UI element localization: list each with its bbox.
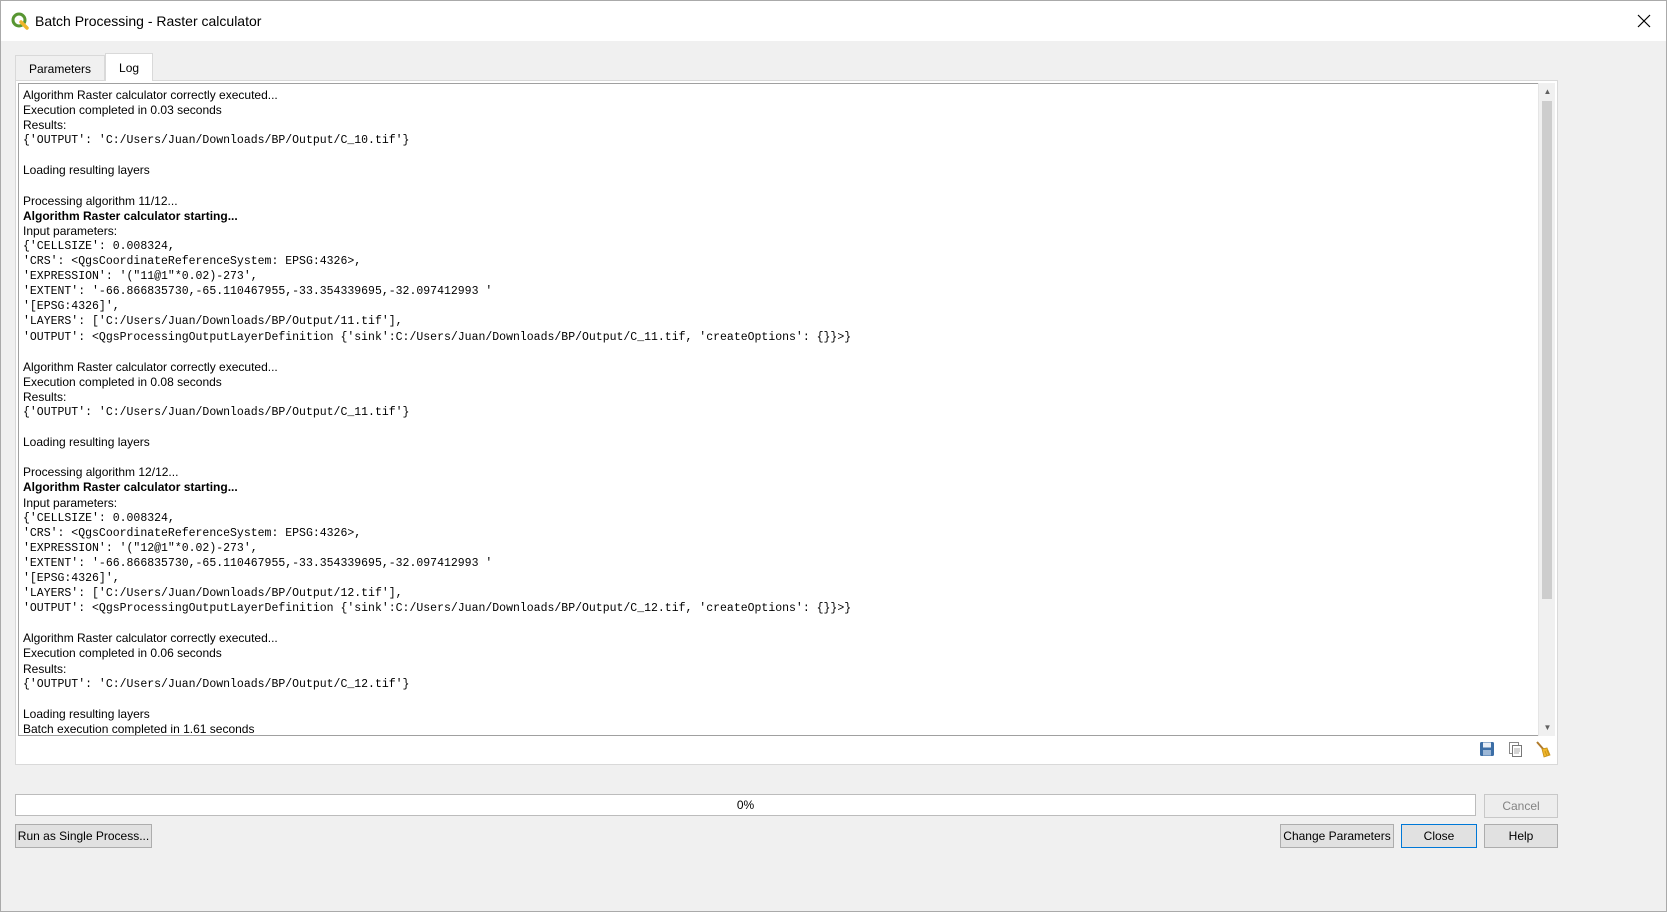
log-line: Execution completed in 0.03 seconds: [23, 103, 222, 118]
tab-log[interactable]: Log: [105, 53, 154, 81]
log-line: Processing algorithm 12/12...: [23, 465, 179, 480]
progress-bar: 0%: [15, 794, 1476, 816]
save-icon[interactable]: [1477, 739, 1497, 759]
log-line: Results:: [23, 118, 67, 133]
close-button[interactable]: Close: [1401, 824, 1477, 848]
log-scrollbar[interactable]: ▲ ▼: [1538, 83, 1555, 736]
qgis-logo-icon: [11, 12, 29, 30]
log-line: Processing algorithm 11/12...: [23, 193, 178, 208]
log-line: 'LAYERS': ['C:/Users/Juan/Downloads/BP/O…: [23, 587, 403, 601]
log-output[interactable]: Algorithm Raster calculator correctly ex…: [18, 83, 1539, 736]
log-line: {'CELLSIZE': 0.008324,: [23, 239, 175, 253]
log-line: Algorithm Raster calculator correctly ex…: [23, 88, 278, 102]
window-title: Batch Processing - Raster calculator: [35, 13, 262, 29]
log-line: Results:: [23, 661, 67, 676]
log-panel: Algorithm Raster calculator correctly ex…: [15, 80, 1558, 765]
scroll-up-icon[interactable]: ▲: [1539, 83, 1556, 100]
log-line: 'EXPRESSION': '("12@1"*0.02)-273',: [23, 541, 258, 555]
log-line: 'CRS': <QgsCoordinateReferenceSystem: EP…: [23, 526, 362, 540]
log-line: 'EXTENT': '-66.866835730,-65.110467955,-…: [23, 285, 493, 299]
help-button[interactable]: Help: [1484, 824, 1558, 848]
close-window-icon[interactable]: [1632, 9, 1656, 33]
progress-label: 0%: [736, 798, 755, 812]
log-line: Input parameters:: [23, 223, 118, 238]
log-line: '[EPSG:4326]',: [23, 300, 120, 314]
title-bar: Batch Processing - Raster calculator: [1, 1, 1666, 41]
log-line: Algorithm Raster calculator correctly ex…: [23, 359, 278, 374]
log-line: {'CELLSIZE': 0.008324,: [23, 511, 175, 525]
log-line: Loading resulting layers: [23, 163, 150, 178]
log-line: Input parameters:: [23, 495, 118, 510]
tab-bar: Parameters Log: [15, 53, 154, 81]
log-line: '[EPSG:4326]',: [23, 572, 120, 585]
log-line: Loading resulting layers: [23, 706, 150, 721]
log-line: Algorithm Raster calculator correctly ex…: [23, 631, 278, 646]
log-line: Results:: [23, 389, 67, 404]
scroll-down-icon[interactable]: ▼: [1539, 719, 1556, 736]
log-line: {'OUTPUT': 'C:/Users/Juan/Downloads/BP/O…: [23, 405, 410, 419]
log-line: 'EXPRESSION': '("11@1"*0.02)-273',: [23, 270, 258, 284]
log-line: Batch execution completed in 1.61 second…: [23, 721, 255, 736]
log-line: Algorithm Raster calculator starting...: [23, 208, 238, 223]
batch-processing-dialog: Batch Processing - Raster calculator Par…: [0, 0, 1667, 912]
log-line: Algorithm Raster calculator starting...: [23, 480, 238, 495]
log-line: Execution completed in 0.08 seconds: [23, 374, 222, 389]
log-line: {'OUTPUT': 'C:/Users/Juan/Downloads/BP/O…: [23, 134, 410, 148]
log-line: 'LAYERS': ['C:/Users/Juan/Downloads/BP/O…: [23, 315, 403, 329]
log-line: 'EXTENT': '-66.866835730,-65.110467955,-…: [23, 556, 493, 570]
log-line: Loading resulting layers: [23, 435, 150, 450]
scrollbar-thumb[interactable]: [1542, 101, 1552, 599]
cancel-button[interactable]: Cancel: [1484, 794, 1558, 818]
log-line: {'OUTPUT': 'C:/Users/Juan/Downloads/BP/O…: [23, 677, 410, 691]
log-line: Execution completed in 0.06 seconds: [23, 646, 222, 661]
change-parameters-button[interactable]: Change Parameters: [1280, 824, 1394, 848]
copy-icon[interactable]: [1505, 739, 1525, 759]
log-toolbar: [1477, 738, 1553, 760]
log-line: 'OUTPUT': <QgsProcessingOutputLayerDefin…: [23, 602, 852, 616]
log-line: 'CRS': <QgsCoordinateReferenceSystem: EP…: [23, 255, 362, 269]
run-as-single-process-button[interactable]: Run as Single Process...: [15, 824, 152, 848]
log-line: 'OUTPUT': <QgsProcessingOutputLayerDefin…: [23, 330, 852, 344]
clear-broom-icon[interactable]: [1533, 739, 1553, 759]
tab-parameters[interactable]: Parameters: [15, 55, 106, 81]
